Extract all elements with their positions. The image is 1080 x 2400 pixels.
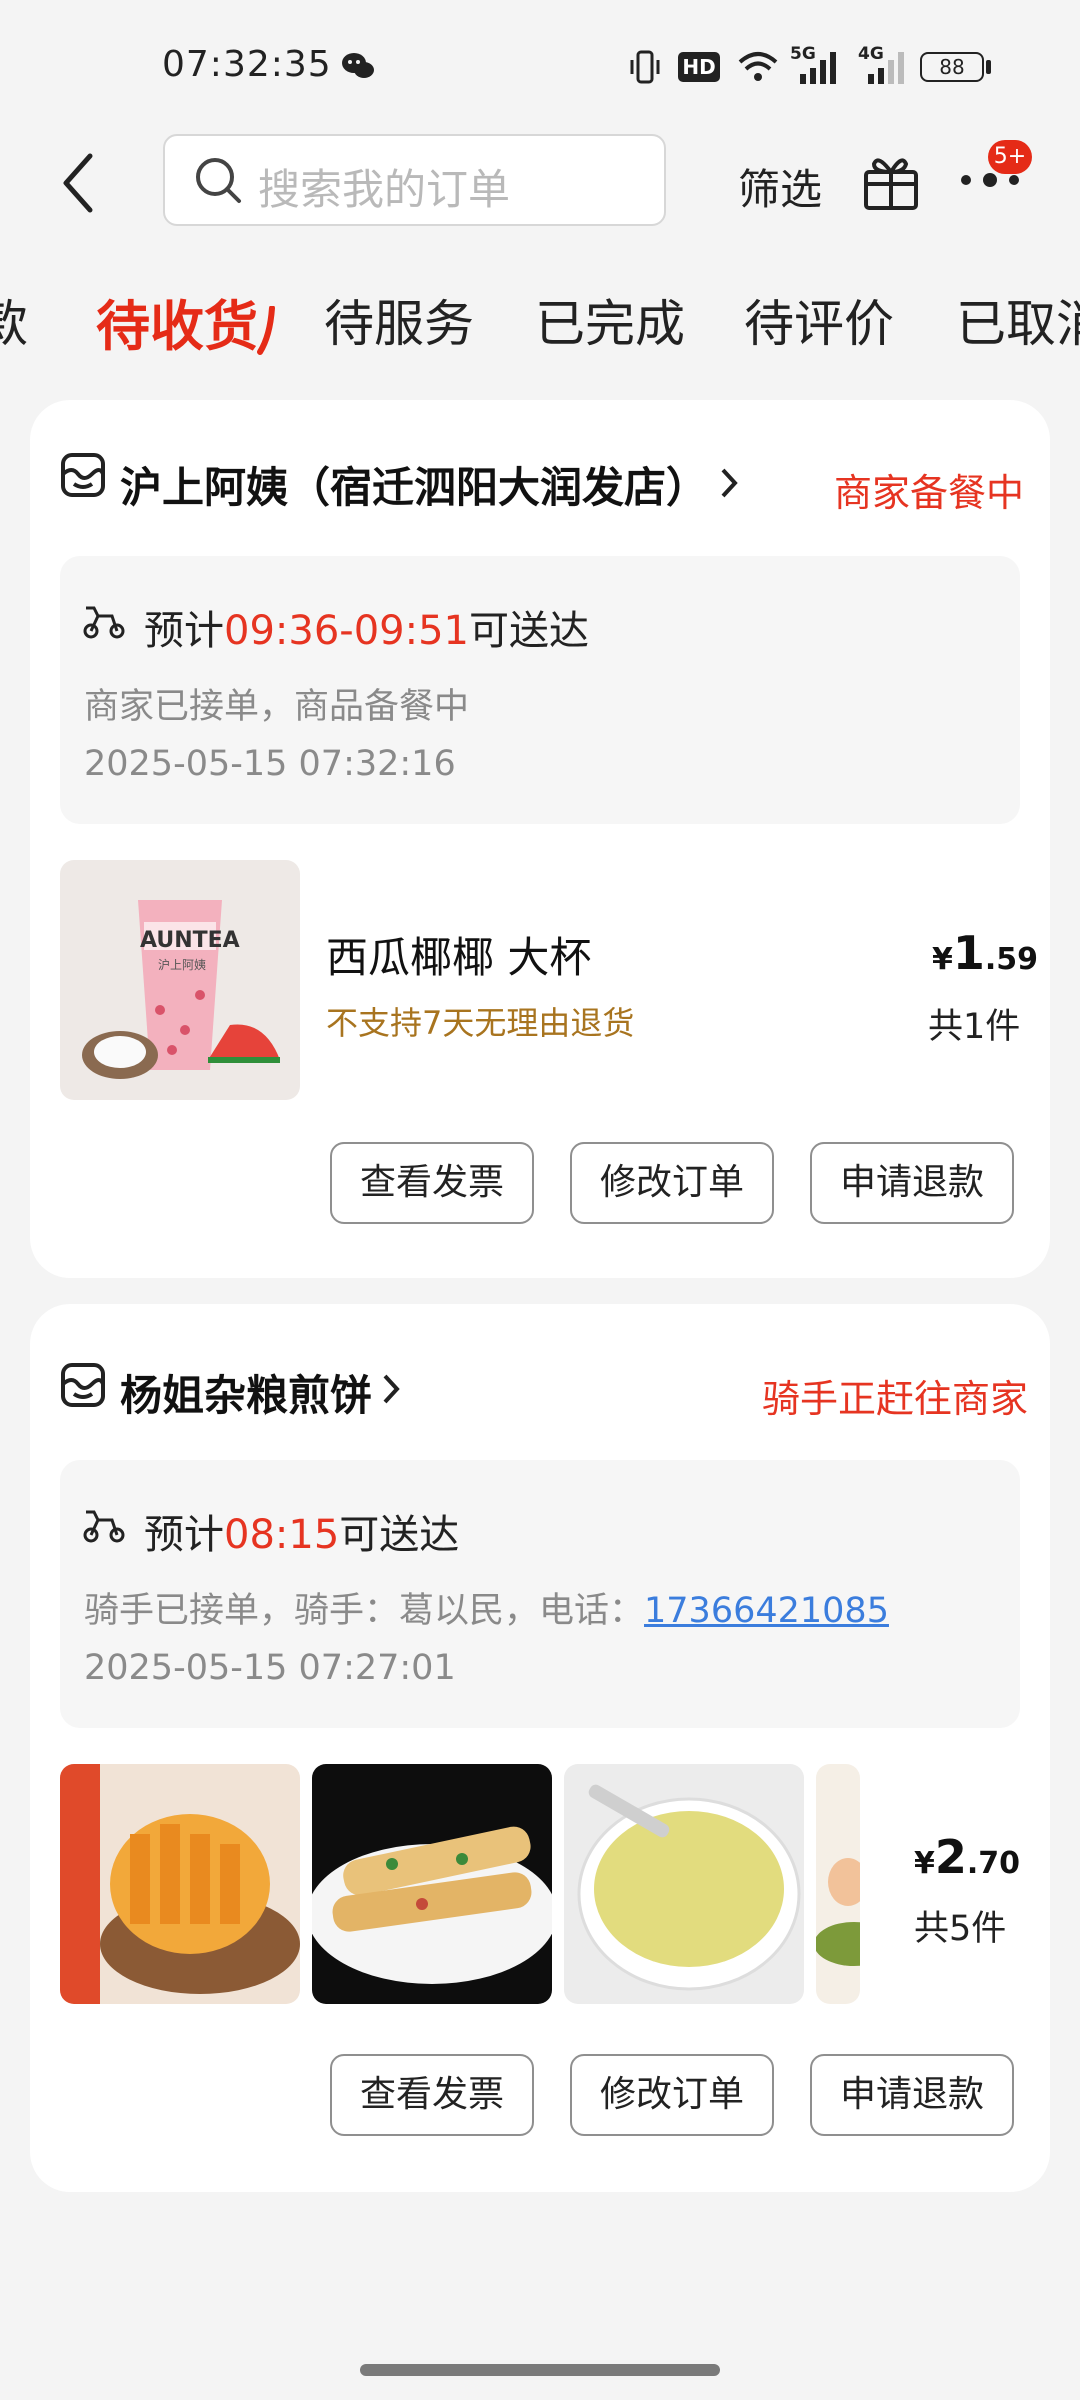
signal-4g-icon [868, 52, 904, 84]
shop-icon [61, 1363, 105, 1407]
more-badge: 5+ [988, 140, 1032, 174]
vibrate-icon [630, 50, 660, 84]
scooter-icon [83, 606, 125, 639]
return-policy-note: 不支持7天无理由退货 [326, 1004, 635, 1042]
eta-text: 预计08:15可送达 [144, 1512, 460, 1558]
shop-name[interactable]: 沪上阿姨（宿迁泗阳大润发店） [120, 454, 708, 515]
order-timestamp: 2025-05-15 07:32:16 [84, 744, 456, 784]
item-count: 共1件 [928, 1007, 1021, 1047]
product-thumbnail[interactable] [60, 1764, 300, 2004]
progress-text: 商家已接单，商品备餐中 [84, 687, 470, 727]
product-thumbnail[interactable] [564, 1764, 804, 2004]
order-timestamp: 2025-05-15 07:27:01 [84, 1648, 456, 1688]
search-placeholder: 搜索我的订单 [258, 165, 511, 214]
tab-to-review[interactable]: 待评价 [744, 284, 894, 356]
tab-refund[interactable]: 款 [0, 284, 28, 356]
product-thumbnail[interactable] [312, 1764, 552, 2004]
rider-info: 骑手已接单，骑手：葛以民，电话：17366421085 [84, 1591, 889, 1631]
view-invoice-button[interactable]: 查看发票 [330, 2054, 534, 2136]
item-count: 共5件 [914, 1909, 1007, 1949]
signal-5g-icon [800, 52, 836, 84]
chevron-right-icon [721, 468, 738, 498]
wifi-icon [738, 52, 778, 81]
drink-image [82, 900, 280, 1079]
thumbnail-fade [860, 1764, 1020, 2004]
tab-active-indicator [257, 306, 275, 355]
order-status: 骑手正赶往商家 [762, 1377, 1029, 1421]
tab-to-receive[interactable]: 待收货 [96, 282, 258, 361]
hd-icon: HD [678, 52, 720, 82]
order-price: ¥2.70 [914, 1830, 1021, 1884]
tab-cancelled[interactable]: 已取消 [956, 284, 1080, 356]
tab-to-service[interactable]: 待服务 [324, 284, 474, 356]
request-refund-button[interactable]: 申请退款 [810, 2054, 1014, 2136]
status-time: 07:32:35 [162, 44, 332, 85]
scooter-icon [83, 1510, 125, 1543]
battery-tip [986, 60, 991, 74]
view-invoice-button[interactable]: 查看发票 [330, 1142, 534, 1224]
chevron-right-icon [383, 1374, 400, 1404]
drink-brand-sub: 沪上阿姨 [158, 958, 207, 972]
shop-name[interactable]: 杨姐杂粮煎饼 [120, 1362, 372, 1423]
product-thumbnail[interactable] [816, 1764, 860, 2004]
status-bar: 07:32:35 HD 5G 4G 88 [0, 0, 1080, 130]
rider-phone-link[interactable]: 17366421085 [644, 1591, 889, 1631]
millet-porridge-image [577, 1784, 801, 1991]
drink-brand: AUNTEA [140, 928, 240, 953]
gift-icon[interactable] [860, 150, 922, 212]
battery-icon: 88 [920, 52, 984, 82]
back-arrow-icon[interactable] [56, 150, 100, 216]
product-name[interactable]: 西瓜椰椰 大杯 [326, 924, 591, 985]
shop-icon [61, 453, 105, 497]
wechat-icon [342, 53, 374, 78]
pancake-roll-image [312, 1826, 552, 1984]
fried-snack-image [60, 1764, 300, 2004]
filter-button[interactable]: 筛选 [738, 156, 822, 217]
modify-order-button[interactable]: 修改订单 [570, 1142, 774, 1224]
order-status: 商家备餐中 [834, 471, 1025, 515]
search-icon [196, 158, 241, 203]
egg-image [816, 1858, 860, 1966]
tab-completed[interactable]: 已完成 [535, 284, 685, 356]
product-thumbnail[interactable]: AUNTEA 沪上阿姨 [60, 860, 300, 1100]
order-price: ¥1.59 [932, 926, 1039, 980]
modify-order-button[interactable]: 修改订单 [570, 2054, 774, 2136]
home-indicator[interactable] [360, 2364, 720, 2376]
request-refund-button[interactable]: 申请退款 [810, 1142, 1014, 1224]
order-tabs: 款 待收货 待服务 已完成 待评价 已取消 [0, 270, 1080, 370]
eta-text: 预计09:36-09:51可送达 [144, 608, 589, 654]
